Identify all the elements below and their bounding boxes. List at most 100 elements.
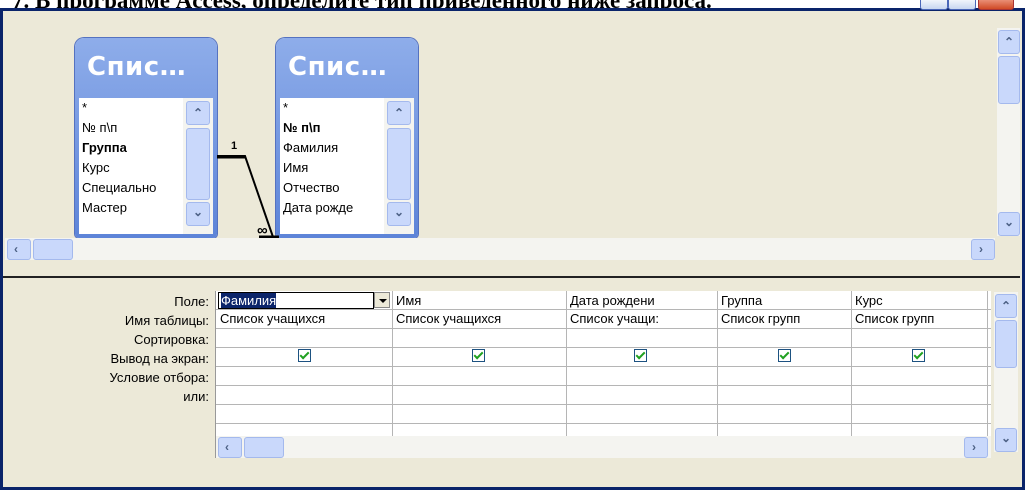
scroll-left-button[interactable]: ‹: [7, 239, 31, 260]
scroll-thumb[interactable]: [995, 320, 1017, 368]
field-cell[interactable]: Имя: [394, 293, 566, 310]
field-item[interactable]: Дата рожде: [283, 200, 353, 215]
field-value: Фамилия: [221, 293, 277, 308]
field-item[interactable]: *: [82, 100, 87, 115]
field-list-groups[interactable]: Спис… * № п\п Группа Курс Специально Мас…: [75, 38, 217, 238]
show-checkbox[interactable]: [298, 349, 311, 362]
grid-line: [566, 291, 567, 458]
chevron-right-icon: ›: [979, 242, 983, 256]
table-cell[interactable]: Список учащихся: [394, 311, 566, 328]
field-list-box: * № п\п Фамилия Имя Отчество Дата рожде …: [280, 98, 414, 234]
design-grid-pane: Поле: Имя таблицы: Сортировка: Вывод на …: [3, 284, 1020, 485]
relation-many-label: ∞: [257, 222, 268, 239]
chevron-down-icon: ⌄: [193, 205, 204, 219]
chevron-down-icon: ⌄: [394, 205, 405, 219]
scroll-down-button[interactable]: ⌄: [387, 202, 411, 226]
chevron-up-icon: ⌃: [1001, 299, 1012, 313]
field-item[interactable]: Курс: [82, 160, 110, 175]
table-cell[interactable]: Список групп: [719, 311, 851, 328]
scroll-right-button[interactable]: ›: [971, 239, 995, 260]
field-item[interactable]: Имя: [283, 160, 308, 175]
row-label-criteria: Условие отбора:: [109, 370, 209, 385]
scroll-up-button[interactable]: ⌃: [387, 101, 411, 125]
field-item[interactable]: Фамилия: [283, 140, 338, 155]
show-checkbox[interactable]: [912, 349, 925, 362]
row-label-sort: Сортировка:: [134, 332, 209, 347]
chevron-down-icon: ⌄: [1001, 431, 1012, 445]
scroll-thumb[interactable]: [33, 239, 73, 260]
table-pane-vscroll[interactable]: ⌃ ⌄: [997, 28, 1020, 236]
field-dropdown-button[interactable]: [374, 292, 390, 308]
grid-line: [216, 366, 991, 367]
scroll-up-button[interactable]: ⌃: [998, 30, 1020, 54]
scroll-up-button[interactable]: ⌃: [995, 294, 1017, 318]
grid-line: [216, 385, 991, 386]
relation-one-label: 1: [231, 140, 238, 152]
field-item[interactable]: Отчество: [283, 180, 340, 195]
grid-line: [216, 423, 991, 424]
field-list-scrollbar[interactable]: ⌃ ⌄: [384, 98, 414, 234]
scroll-left-button[interactable]: ‹: [218, 437, 242, 458]
row-label-table: Имя таблицы:: [124, 313, 209, 328]
show-checkbox[interactable]: [634, 349, 647, 362]
scroll-thumb[interactable]: [244, 437, 284, 458]
grid-vscroll[interactable]: ⌃ ⌄: [994, 292, 1018, 452]
scroll-right-button[interactable]: ›: [964, 437, 988, 458]
row-label-show: Вывод на экран:: [110, 351, 209, 366]
chevron-left-icon: ‹: [225, 440, 229, 454]
field-list-title: Спис…: [87, 52, 187, 82]
chevron-up-icon: ⌃: [394, 106, 405, 120]
field-list-title: Спис…: [288, 52, 388, 82]
scroll-down-button[interactable]: ⌄: [998, 212, 1020, 236]
scroll-down-button[interactable]: ⌄: [995, 428, 1017, 452]
scroll-down-button[interactable]: ⌄: [186, 202, 210, 226]
field-item[interactable]: № п\п: [82, 120, 117, 135]
minimize-button[interactable]: [920, 0, 948, 10]
maximize-button[interactable]: [948, 0, 976, 10]
chevron-up-icon: ⌃: [193, 106, 204, 120]
field-list-scrollbar[interactable]: ⌃ ⌄: [183, 98, 213, 234]
grid-line: [216, 347, 991, 348]
row-label-field: Поле:: [174, 294, 209, 309]
row-label-or: или:: [183, 389, 209, 404]
close-button[interactable]: [978, 0, 1014, 10]
relationship-line[interactable]: [217, 141, 279, 246]
table-pane-hscroll[interactable]: ‹ ›: [5, 238, 995, 260]
chevron-down-icon: ⌄: [1004, 215, 1015, 229]
query-design-grid: Фамилия Список учащихся Имя Список учащи…: [215, 291, 991, 458]
table-cell[interactable]: Список групп: [853, 311, 987, 328]
scroll-thumb[interactable]: [186, 128, 210, 200]
field-cell[interactable]: Дата рождени: [568, 293, 717, 310]
scroll-up-button[interactable]: ⌃: [186, 101, 210, 125]
chevron-up-icon: ⌃: [1004, 35, 1015, 49]
grid-line: [717, 291, 718, 458]
grid-line: [216, 404, 991, 405]
window-controls: [920, 0, 1025, 10]
query-design-window: Спис… * № п\п Группа Курс Специально Мас…: [0, 8, 1025, 490]
table-cell[interactable]: Список учащи:: [568, 311, 717, 328]
grid-line: [216, 328, 991, 329]
field-cell[interactable]: Группа: [719, 293, 851, 310]
field-list-students[interactable]: Спис… * № п\п Фамилия Имя Отчество Дата …: [276, 38, 418, 238]
field-item[interactable]: Мастер: [82, 200, 127, 215]
scroll-thumb[interactable]: [387, 128, 411, 200]
show-checkbox[interactable]: [472, 349, 485, 362]
grid-line: [987, 291, 988, 458]
table-pane: Спис… * № п\п Группа Курс Специально Мас…: [3, 16, 1020, 274]
field-cell-active[interactable]: Фамилия: [218, 292, 374, 309]
window-body: Спис… * № п\п Группа Курс Специально Мас…: [3, 11, 1022, 487]
grid-line: [851, 291, 852, 458]
field-list-box: * № п\п Группа Курс Специально Мастер ⌃ …: [79, 98, 213, 234]
field-cell[interactable]: Курс: [853, 293, 987, 310]
field-item[interactable]: *: [283, 100, 288, 115]
show-checkbox[interactable]: [778, 349, 791, 362]
grid-hscroll[interactable]: ‹ ›: [216, 436, 991, 458]
field-item[interactable]: № п\п: [283, 120, 320, 135]
field-item[interactable]: Группа: [82, 140, 127, 155]
field-item[interactable]: Специально: [82, 180, 156, 195]
chevron-left-icon: ‹: [14, 242, 18, 256]
table-cell[interactable]: Список учащихся: [218, 311, 392, 328]
scroll-thumb[interactable]: [998, 56, 1020, 104]
chevron-right-icon: ›: [972, 440, 976, 454]
grid-line: [392, 291, 393, 458]
